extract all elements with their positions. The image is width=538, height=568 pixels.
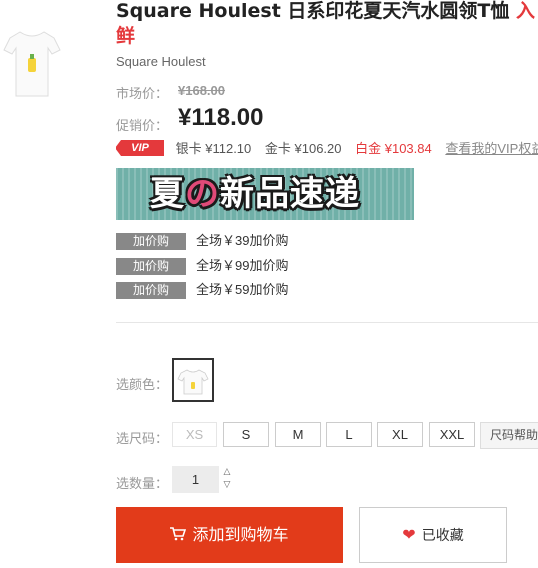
addon-desc: 全场￥99加价购: [196, 258, 289, 273]
size-option-xxl[interactable]: XXL: [429, 422, 475, 447]
promo-price: ¥118.00: [178, 104, 264, 131]
quantity-stepper[interactable]: △ ▽: [219, 466, 235, 493]
banner-text-suffix: 新品速递: [220, 174, 360, 214]
add-to-cart-button[interactable]: 添加到购物车: [116, 507, 343, 563]
market-price: ¥168.00: [178, 83, 225, 98]
addon-tag: 加价购: [116, 233, 186, 250]
title-line2: 鲜: [116, 25, 136, 47]
banner-text-prefix: 夏: [150, 174, 185, 214]
tshirt-image: [3, 31, 61, 97]
color-option-white[interactable]: [172, 358, 214, 402]
size-option-s[interactable]: S: [223, 422, 269, 447]
quantity-input[interactable]: 1: [172, 466, 219, 493]
size-option-l[interactable]: L: [326, 422, 372, 447]
cart-icon: [170, 508, 187, 564]
addon-desc: 全场￥39加价购: [196, 233, 289, 248]
brand-name[interactable]: Square Houlest: [116, 54, 206, 69]
title-text: Square Houlest 日系印花夏天汽水圆领T恤: [116, 0, 516, 22]
size-help-button[interactable]: 尺码帮助: [480, 422, 538, 449]
addon-promo-row[interactable]: 加价购 全场￥99加价购: [116, 255, 289, 275]
size-option-m[interactable]: M: [275, 422, 321, 447]
addon-desc: 全场￥59加价购: [196, 282, 289, 297]
vip-price-row: VIP 银卡 ¥112.10 金卡 ¥106.20 白金 ¥103.84 查看我…: [115, 138, 538, 156]
quantity-label: 选数量：: [116, 476, 169, 491]
banner-text-no: の: [185, 174, 220, 214]
down-arrow-icon[interactable]: ▽: [219, 479, 235, 492]
banner-text: 夏の新品速递: [150, 172, 360, 216]
add-to-cart-label: 添加到购物车: [192, 525, 289, 544]
size-option-xl[interactable]: XL: [377, 422, 423, 447]
addon-promo-row[interactable]: 加价购 全场￥59加价购: [116, 279, 289, 299]
vip-silver-price: 银卡 ¥112.10: [175, 141, 252, 156]
size-label: 选尺码：: [116, 431, 169, 446]
section-divider: [116, 322, 538, 323]
market-price-label: 市场价：: [116, 86, 169, 101]
summer-new-arrivals-banner[interactable]: 夏の新品速递: [116, 168, 414, 220]
favorite-button[interactable]: ❤ 已收藏: [359, 507, 507, 563]
vip-platinum-price: 白金 ¥103.84: [355, 141, 432, 156]
color-label: 选颜色：: [116, 377, 169, 392]
heart-icon: ❤: [402, 525, 416, 544]
vip-badge: VIP: [115, 139, 164, 156]
addon-tag: 加价购: [116, 258, 186, 275]
addon-promo-row[interactable]: 加价购 全场￥39加价购: [116, 230, 289, 250]
up-arrow-icon[interactable]: △: [219, 466, 235, 479]
vip-benefits-link[interactable]: 查看我的VIP权益: [445, 141, 538, 156]
size-option-xs[interactable]: XS: [172, 422, 217, 447]
addon-tag: 加价购: [116, 282, 186, 299]
title-cut-text: 入: [515, 0, 535, 22]
vip-gold-price: 金卡 ¥106.20: [264, 141, 342, 156]
product-title: Square Houlest 日系印花夏天汽水圆领T恤 入: [116, 0, 538, 24]
product-thumbnail[interactable]: [0, 10, 64, 100]
favorite-label: 已收藏: [421, 528, 464, 544]
promo-price-label: 促销价：: [116, 118, 169, 133]
color-swatch-image: [177, 369, 209, 395]
